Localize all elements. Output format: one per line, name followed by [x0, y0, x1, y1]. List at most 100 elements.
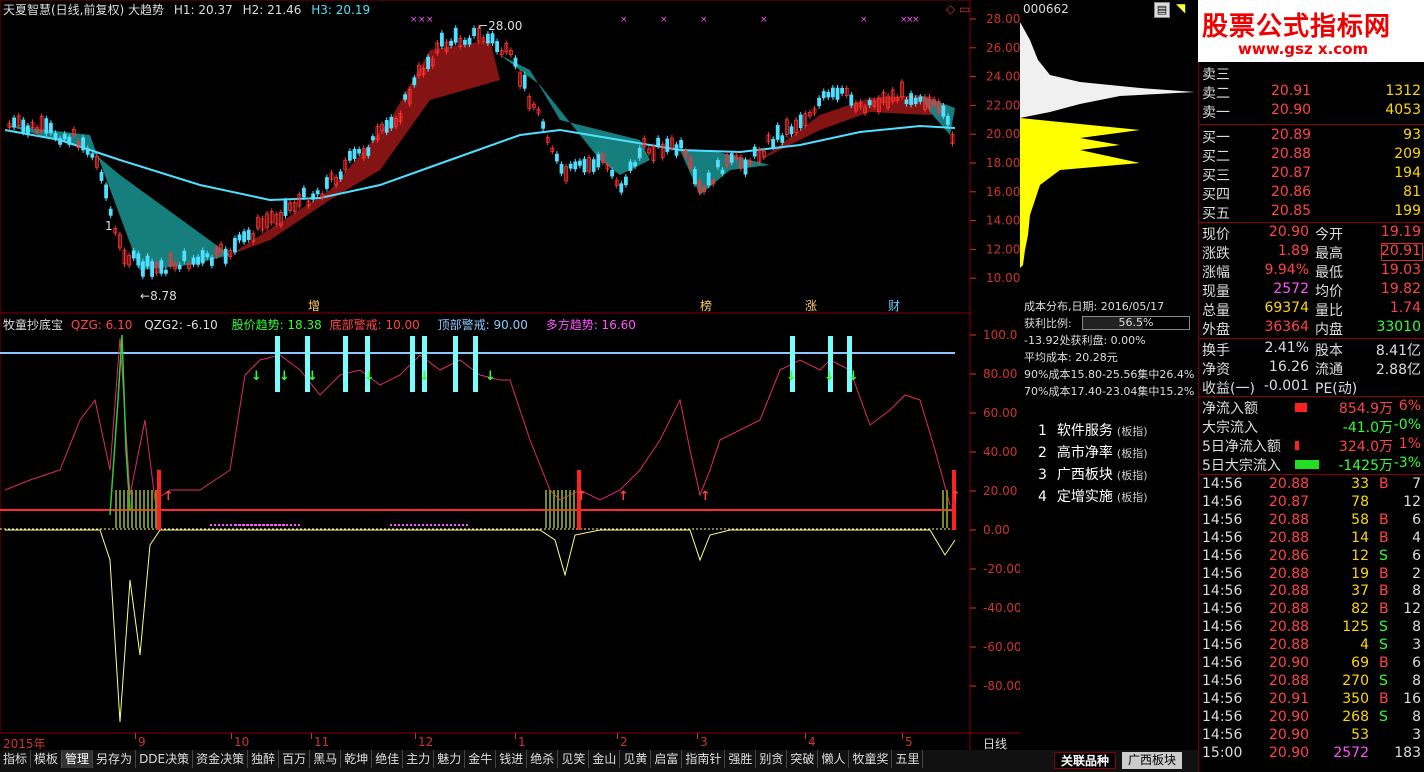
- main-chart-area[interactable]: 28.00 26.00 24.00 22.00 20.00 18.00 16.00 14.00…: [0, 0, 1069, 772]
- sector-name: 定增实施: [1056, 489, 1113, 505]
- indicator-tick: -60.00: [983, 640, 1020, 654]
- indicator-tick: 100.0: [983, 328, 1017, 342]
- candle: [867, 100, 872, 106]
- tab-4[interactable]: DDE决策: [136, 750, 194, 768]
- tab-16[interactable]: 见笑: [558, 750, 590, 768]
- candle: [347, 150, 352, 161]
- tab-guangxi[interactable]: 广西板块: [1122, 752, 1183, 769]
- qzg2-value: QZG2: -6.10: [144, 318, 218, 332]
- candle: [99, 171, 104, 181]
- volume-bar: [131, 490, 133, 528]
- tab-0[interactable]: 指标: [0, 750, 32, 768]
- sector-item[interactable]: 1 软件服务 (板指): [1038, 420, 1198, 442]
- candle: [716, 159, 720, 168]
- candle: [826, 91, 831, 98]
- candle: [821, 91, 826, 98]
- tab-11[interactable]: 主力: [403, 750, 435, 768]
- bottom-right-tabs: 关联品种 广西板块: [1020, 750, 1198, 772]
- arrow-icon[interactable]: ◥: [1176, 1, 1185, 15]
- candle: [67, 136, 72, 145]
- indicator-tick: -80.00: [983, 679, 1020, 693]
- notes-icon[interactable]: ▤: [1154, 2, 1170, 18]
- volume-bar: [123, 490, 125, 528]
- candle: [798, 114, 803, 129]
- tab-19[interactable]: 启富: [651, 750, 683, 768]
- tick-row: 14:56 20.90 53 3: [1202, 726, 1421, 743]
- tab-8[interactable]: 黑马: [310, 750, 342, 768]
- indicator-tick: 20.00: [983, 484, 1017, 498]
- tab-14[interactable]: 钱进: [496, 750, 528, 768]
- tab-related[interactable]: 关联品种: [1054, 752, 1117, 769]
- sector-item[interactable]: 2 高市净率 (板指): [1038, 442, 1198, 464]
- candle: [453, 27, 458, 43]
- candlestick-chart[interactable]: 28.0026.0024.0022.0020.0018.0016.0014.00…: [0, 0, 1020, 772]
- volume-bar: [135, 490, 137, 528]
- candle: [150, 261, 155, 277]
- tab-17[interactable]: 金山: [589, 750, 621, 768]
- buy-level: 买二 20.88 209: [1202, 146, 1421, 165]
- price-tick: 26.00: [986, 41, 1020, 55]
- tick-row: 14:56 20.88 37 B 8: [1202, 583, 1421, 600]
- candle: [913, 97, 918, 105]
- mark-zeng: 增: [308, 299, 320, 313]
- candle: [752, 146, 757, 157]
- stat2-row: 净资 16.26 流通 2.88亿: [1202, 359, 1421, 378]
- buy-signal-bar: [157, 470, 161, 530]
- candle: [835, 87, 840, 100]
- sell-level: 卖一 20.90 4053: [1202, 102, 1421, 121]
- tab-24[interactable]: 懒人: [818, 750, 850, 768]
- tab-6[interactable]: 独醉: [248, 750, 280, 768]
- volume-bar: [561, 490, 563, 528]
- sector-tag: (板指): [1116, 425, 1148, 438]
- logo-url: www.gsz x.com: [1238, 40, 1369, 58]
- price-tick: 20.00: [986, 127, 1020, 141]
- tab-2[interactable]: 管理: [62, 750, 94, 768]
- chart-controls[interactable]: ◇ ▭: [946, 2, 970, 16]
- tab-15[interactable]: 绝杀: [527, 750, 559, 768]
- flow-row: 5日净流入额 324.0万 1%: [1202, 436, 1421, 455]
- tab-18[interactable]: 见黄: [620, 750, 652, 768]
- tab-20[interactable]: 指南针: [682, 750, 726, 768]
- candle: [679, 140, 683, 149]
- tab-22[interactable]: 别贪: [756, 750, 788, 768]
- tab-26[interactable]: 五里: [892, 750, 924, 768]
- indicator-title[interactable]: 牧童抄底宝: [3, 318, 63, 332]
- price-tick: 16.00: [986, 185, 1020, 199]
- price-tick: 24.00: [986, 70, 1020, 84]
- candle: [941, 105, 946, 117]
- tab-10[interactable]: 绝佳: [372, 750, 404, 768]
- sector-index: 2: [1038, 445, 1047, 461]
- tab-21[interactable]: 强胜: [725, 750, 757, 768]
- tab-9[interactable]: 乾坤: [341, 750, 373, 768]
- stat-row: 现价 20.90 今开 19.19: [1202, 224, 1421, 243]
- volume-bar: [565, 490, 567, 528]
- down-arrow-icon: ↓: [824, 369, 835, 384]
- tab-25[interactable]: 牧童奖: [849, 750, 893, 768]
- top-signal-bar: [473, 336, 478, 392]
- candle: [490, 33, 495, 44]
- candle: [665, 138, 670, 152]
- sector-item[interactable]: 3 广西板块 (板指): [1038, 464, 1198, 486]
- candle: [191, 257, 196, 265]
- signal-marker: ×: [620, 15, 628, 25]
- candle: [513, 57, 518, 67]
- indicator-tick: 80.00: [983, 367, 1017, 381]
- candle: [104, 184, 108, 199]
- tab-1[interactable]: 模板: [31, 750, 63, 768]
- candle: [44, 118, 49, 134]
- sector-item[interactable]: 4 定增实施 (板指): [1038, 486, 1198, 508]
- down-arrow-icon: ↓: [786, 369, 797, 384]
- top-signal-bar: [343, 336, 348, 392]
- candle: [578, 160, 582, 166]
- tab-7[interactable]: 百万: [279, 750, 311, 768]
- tab-12[interactable]: 魅力: [434, 750, 466, 768]
- volume-bar: [942, 490, 944, 528]
- tab-3[interactable]: 另存为: [93, 750, 137, 768]
- indicator-name[interactable]: 大趋势: [128, 3, 164, 17]
- tab-5[interactable]: 资金决策: [193, 750, 249, 768]
- tab-23[interactable]: 突破: [787, 750, 819, 768]
- long-ma-line: [4, 124, 956, 202]
- candle: [301, 187, 306, 198]
- tick-row: 14:56 20.88 270 S 8: [1202, 672, 1421, 689]
- tab-13[interactable]: 金牛: [465, 750, 497, 768]
